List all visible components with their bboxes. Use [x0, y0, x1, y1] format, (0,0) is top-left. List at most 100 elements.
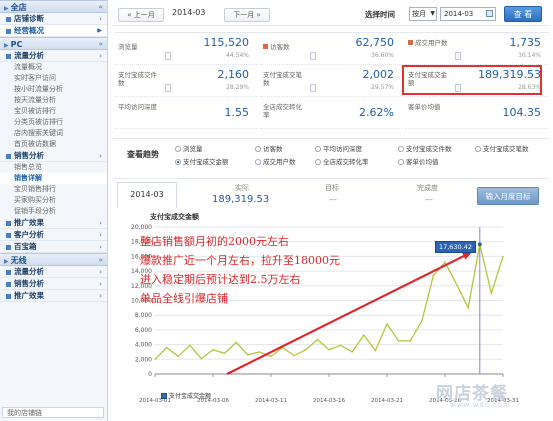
metric-name-text: 访客数 — [270, 43, 290, 51]
metric-tag — [455, 52, 461, 60]
sidebar-footer[interactable]: 我的店铺链 — [2, 407, 104, 418]
sidebar-group[interactable]: 推广效果 › — [0, 217, 107, 229]
metric-name-text: 成交用户数 — [415, 39, 448, 47]
sidebar-item[interactable]: 宝贝被访排行 — [0, 106, 107, 117]
sidebar-item[interactable]: 实时客户访问 — [0, 73, 107, 84]
sidebar-group[interactable]: 店铺诊断 › — [0, 13, 107, 25]
sidebar-section[interactable]: ▶ 无线 « — [0, 253, 107, 266]
radio-icon[interactable] — [175, 146, 181, 152]
next-month-button[interactable]: 下一月 » — [224, 8, 270, 22]
trend-option[interactable]: 支付宝成交金额 — [175, 156, 229, 166]
sidebar-item-label: 促销手段分析 — [14, 207, 56, 215]
sidebar-item[interactable]: 店内搜索关键词 — [0, 128, 107, 139]
metric-icon — [408, 40, 413, 45]
sidebar-group[interactable]: 经营概况 ▶ — [0, 25, 107, 37]
sidebar-group[interactable]: 销售分析 › — [0, 278, 107, 290]
sidebar-item[interactable]: 首页被访数据 — [0, 139, 107, 150]
sidebar-item[interactable]: 销售详解 — [0, 173, 107, 184]
expand-icon: ▶ — [4, 42, 9, 49]
sidebar-item[interactable]: 促销手段分析 — [0, 206, 107, 217]
trend-option[interactable]: 支付宝成交笔数 — [475, 143, 529, 153]
trend-option[interactable]: 全店成交转化率 — [315, 156, 369, 166]
trend-option[interactable]: 客单价均值 — [398, 156, 439, 166]
radio-icon[interactable] — [315, 159, 321, 165]
sidebar-item-label: 销售总览 — [14, 163, 42, 171]
metric-name: 访客数 — [263, 43, 303, 51]
trend-option[interactable]: 浏览量 — [175, 143, 203, 153]
sidebar-item-label: 买家购买分析 — [14, 196, 56, 204]
metric-value[interactable]: 62,750 — [356, 36, 395, 49]
sidebar-group[interactable]: 流量分析 › — [0, 266, 107, 278]
trend-option-label: 成交用户数 — [263, 158, 296, 166]
annotation-line: 进入稳定期后预计达到2.5万左右 — [140, 273, 301, 286]
trend-option[interactable]: 平均访问深度 — [315, 143, 362, 153]
trend-option[interactable]: 支付宝成交件数 — [398, 143, 452, 153]
radio-icon[interactable] — [175, 159, 181, 165]
trend-option-label: 全店成交转化率 — [323, 158, 369, 166]
metric-value[interactable]: 2.62% — [359, 106, 394, 119]
metric-percent: 28.29% — [226, 84, 249, 91]
query-button[interactable]: 查 看 — [504, 6, 542, 22]
calendar-icon[interactable] — [486, 10, 493, 17]
sidebar-group[interactable]: 百宝箱 › — [0, 241, 107, 253]
sidebar-item[interactable]: 按小时流量分析 — [0, 84, 107, 95]
chevron-icon: › — [99, 152, 102, 160]
trend-option[interactable]: 成交用户数 — [255, 156, 296, 166]
data-point — [374, 349, 376, 352]
metric-value[interactable]: 1.55 — [225, 106, 250, 119]
sidebar-item[interactable]: 销售总览 — [0, 162, 107, 173]
trend-option[interactable]: 访客数 — [255, 143, 283, 153]
data-point — [340, 344, 342, 346]
sidebar-group[interactable]: 客户分析 › — [0, 229, 107, 241]
arrow-right-icon: ▶ — [97, 27, 102, 34]
data-point — [456, 283, 458, 285]
sidebar-item[interactable]: 按天流量分析 — [0, 95, 107, 106]
sidebar-item[interactable]: 分类页被访排行 — [0, 117, 107, 128]
metric-value[interactable]: 115,520 — [204, 36, 250, 49]
period-value: 按月 — [412, 10, 426, 18]
radio-icon[interactable] — [398, 159, 404, 165]
sidebar-section-label: 全店 — [10, 3, 27, 12]
target-label: 目标 — [325, 184, 339, 192]
prev-month-button[interactable]: « 上一月 — [118, 8, 164, 22]
data-point — [477, 242, 482, 247]
metric-card: 访客数 62,750 36.60% — [260, 33, 402, 65]
sidebar-group[interactable]: 流量分析 › — [0, 50, 107, 62]
sidebar-group-label: 流量分析 — [14, 51, 44, 60]
date-input[interactable]: 2014-03 — [440, 7, 496, 21]
sidebar-section[interactable]: ▶ PC « — [0, 37, 107, 50]
sidebar-item-label: 店内搜索关键词 — [14, 129, 63, 137]
sidebar-group-label: 销售分析 — [14, 279, 44, 288]
checkbox-icon[interactable] — [161, 393, 167, 399]
metric-name: 全店成交转化率 — [263, 103, 303, 119]
radio-icon[interactable] — [255, 159, 261, 165]
metric-value[interactable]: 2,160 — [218, 68, 250, 81]
sidebar-group[interactable]: 推广效果 › — [0, 290, 107, 302]
sidebar-item[interactable]: 宝贝销售排行 — [0, 184, 107, 195]
annotation-line: 整店销售额月初的2000元左右 — [140, 235, 289, 248]
metric-value[interactable]: 2,002 — [363, 68, 395, 81]
radio-icon[interactable] — [475, 146, 481, 152]
metric-name-text: 全店成交转化率 — [263, 103, 302, 119]
radio-icon[interactable] — [255, 146, 261, 152]
chevron-icon: › — [99, 52, 102, 60]
sidebar-group-label: 推广效果 — [14, 218, 44, 227]
sidebar-item[interactable]: 流量概况 — [0, 62, 107, 73]
sidebar: ▶ 全店 «店铺诊断 › 经营概况 ▶ ▶ PC «流量分析 › 流量概况 实时客户访问 按小时流量分析… — [0, 0, 108, 421]
input-monthly-target-button[interactable]: 输入月度目标 — [477, 187, 539, 205]
metric-card: 客单价均值 104.35 — [405, 97, 549, 129]
chart-title: 支付宝成交金额 — [150, 213, 199, 221]
period-select[interactable]: 按月 ▼ — [409, 7, 437, 21]
highlight-box — [402, 65, 542, 95]
radio-icon[interactable] — [315, 146, 321, 152]
chart-legend[interactable]: 支付宝成交金额 — [161, 391, 211, 400]
sidebar-section[interactable]: ▶ 全店 « — [0, 0, 107, 13]
metric-value[interactable]: 1,735 — [510, 36, 542, 49]
month-tab[interactable]: 2014-03 — [117, 182, 177, 208]
metric-card: 支付宝成交笔数 2,002 29.57% — [260, 65, 402, 97]
radio-icon[interactable] — [398, 146, 404, 152]
sidebar-item[interactable]: 买家购买分析 — [0, 195, 107, 206]
sidebar-group[interactable]: 销售分析 › — [0, 150, 107, 162]
metric-value[interactable]: 104.35 — [503, 106, 542, 119]
bullet-icon — [6, 16, 11, 22]
